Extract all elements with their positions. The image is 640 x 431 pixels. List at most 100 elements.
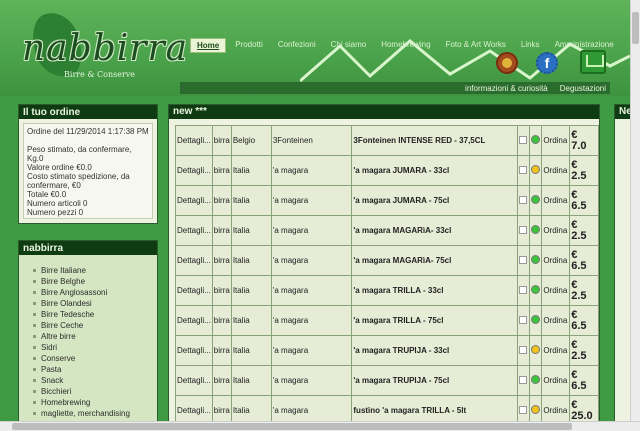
availability-dot-icon [531, 135, 541, 144]
order-button[interactable]: Ordina [541, 125, 571, 156]
product-details-link[interactable]: Dettagli... [175, 365, 213, 396]
product-row: Dettagli... birra Italia'a magara'a magara… [175, 335, 599, 366]
beer-cap-icon[interactable] [496, 52, 518, 74]
nav-home[interactable]: Home [190, 38, 227, 53]
category-item[interactable]: Conserve [33, 353, 157, 364]
nav-confezioni[interactable]: Confezioni [272, 38, 322, 53]
nav-prodotti[interactable]: Prodotti [229, 38, 269, 53]
broken-image-icon [519, 405, 528, 414]
order-button[interactable]: Ordina [541, 305, 571, 336]
product-details-link[interactable]: Dettagli... [175, 305, 213, 336]
product-details-link[interactable]: Dettagli... [175, 215, 213, 246]
category-item[interactable]: Pasta [33, 364, 157, 375]
product-row: Dettagli... birra Italia'a magara'a magara… [175, 365, 599, 396]
product-price: €2.5 [569, 215, 599, 246]
category-item[interactable]: Homebrewing [33, 397, 157, 408]
order-button[interactable]: Ordina [541, 365, 571, 396]
product-price: €6.5 [569, 305, 599, 336]
facebook-icon[interactable]: f [536, 52, 558, 74]
product-details-link[interactable]: Dettagli... [175, 335, 213, 366]
product-brand: 'a magara [270, 215, 353, 246]
product-row: Dettagli... birra Italia'a magara'a magara… [175, 215, 599, 246]
category-item[interactable]: magliette, merchandising [33, 408, 157, 419]
price-currency: € [571, 128, 578, 141]
category-item[interactable]: Birre Ceche [33, 320, 157, 331]
order-button[interactable]: Ordina [541, 335, 571, 366]
availability-cell [529, 185, 543, 216]
category-item[interactable]: Altre birre [33, 331, 157, 342]
product-row: Dettagli... birra Italia'a magara'a magara… [175, 155, 599, 186]
category-item[interactable]: Birre Italiane [33, 265, 157, 276]
broken-image-icon [519, 135, 528, 144]
availability-dot-icon [531, 345, 541, 354]
category-item[interactable]: Snack [33, 375, 157, 386]
product-image-cell [517, 155, 531, 186]
price-currency: € [571, 368, 578, 381]
site-logo[interactable]: nabbirra [22, 28, 188, 69]
product-image-cell [517, 125, 531, 156]
order-button[interactable]: Ordina [541, 155, 571, 186]
category-item[interactable]: Birre Olandesi [33, 298, 157, 309]
vertical-scroll-thumb[interactable] [632, 12, 639, 44]
product-image-cell [517, 335, 531, 366]
broken-image-icon [519, 165, 528, 174]
product-details-link[interactable]: Dettagli... [175, 185, 213, 216]
product-type: birra [211, 245, 232, 276]
product-name: 'a magara TRUPIJA - 33cl [351, 335, 519, 366]
product-price: €2.5 [569, 155, 599, 186]
product-row: Dettagli... birra Italia'a magara'a magara… [175, 245, 599, 276]
product-image-cell [517, 185, 531, 216]
price-value: 6.5 [571, 379, 587, 392]
price-currency: € [571, 278, 578, 291]
availability-cell [529, 245, 543, 276]
order-summary: Ordine del 11/29/2014 1:17:38 PM Peso st… [23, 123, 153, 219]
product-row: Dettagli... birra Italia'a magara'a magara… [175, 305, 599, 336]
order-button[interactable]: Ordina [541, 215, 571, 246]
category-panel: nabbirra Birre Italiane Birre Belghe Bir… [18, 240, 158, 425]
product-price: €2.5 [569, 335, 599, 366]
availability-dot-icon [531, 405, 541, 414]
category-item[interactable]: Birre Belghe [33, 276, 157, 287]
horizontal-scroll-thumb[interactable] [12, 423, 572, 430]
product-image-cell [517, 365, 531, 396]
category-item[interactable]: Sidri [33, 342, 157, 353]
order-button[interactable]: Ordina [541, 185, 571, 216]
availability-dot-icon [531, 255, 541, 264]
product-name: 3Fonteinen INTENSE RED - 37,5CL [351, 125, 519, 156]
broken-image-icon [519, 195, 528, 204]
product-details-link[interactable]: Dettagli... [175, 125, 213, 156]
nav-foto-art-works[interactable]: Foto & Art Works [440, 38, 512, 53]
new-products-title: new *** [169, 105, 599, 119]
cart-icon[interactable] [580, 50, 606, 74]
product-type: birra [211, 155, 232, 186]
subnav-info-curiosita[interactable]: informazioni & curiosità [465, 84, 548, 93]
order-button[interactable]: Ordina [541, 245, 571, 276]
category-item[interactable]: Birre Tedesche [33, 309, 157, 320]
availability-cell [529, 275, 543, 306]
category-item[interactable]: Bicchieri [33, 386, 157, 397]
availability-dot-icon [531, 375, 541, 384]
subnav-degustazioni[interactable]: Degustazioni [560, 84, 606, 93]
main-nav: Home Prodotti Confezioni Chi siamo Homeb… [190, 38, 623, 53]
availability-cell [529, 125, 543, 156]
product-type: birra [211, 275, 232, 306]
nav-homebrewing[interactable]: Homebrewing [375, 38, 436, 53]
horizontal-scrollbar[interactable] [0, 421, 640, 431]
category-item[interactable]: Birre Anglosassoni [33, 287, 157, 298]
nav-links[interactable]: Links [515, 38, 546, 53]
broken-image-icon [519, 345, 528, 354]
nav-chi-siamo[interactable]: Chi siamo [325, 38, 373, 53]
product-details-link[interactable]: Dettagli... [175, 245, 213, 276]
price-currency: € [571, 338, 578, 351]
order-line: Numero articoli 0 [27, 199, 88, 208]
price-value: 6.5 [571, 199, 587, 212]
price-currency: € [571, 398, 578, 411]
vertical-scrollbar[interactable] [630, 0, 640, 421]
order-button[interactable]: Ordina [541, 275, 571, 306]
product-type: birra [211, 125, 232, 156]
availability-cell [529, 305, 543, 336]
product-details-link[interactable]: Dettagli... [175, 275, 213, 306]
product-details-link[interactable]: Dettagli... [175, 155, 213, 186]
product-type: birra [211, 305, 232, 336]
product-country: Italia [230, 185, 272, 216]
